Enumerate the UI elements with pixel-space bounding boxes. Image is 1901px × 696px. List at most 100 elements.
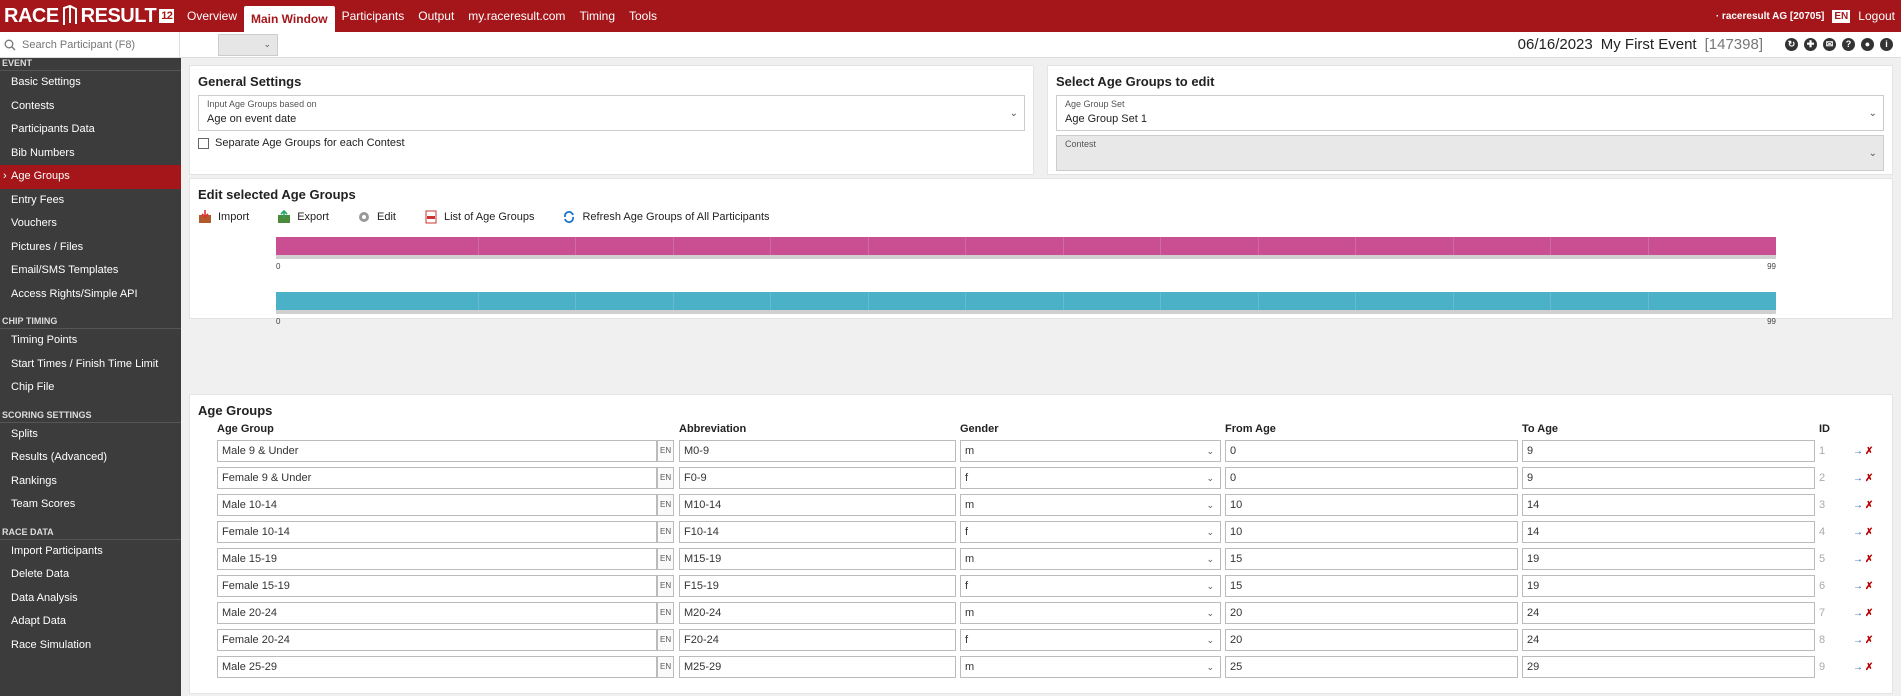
age-group-set-select[interactable]: Age Group Set Age Group Set 1 ⌄	[1056, 95, 1884, 131]
abbreviation-input[interactable]: F10-14	[679, 521, 956, 543]
to-age-input[interactable]: 14	[1522, 494, 1815, 516]
to-age-input[interactable]: 14	[1522, 521, 1815, 543]
sidebar-item-contests[interactable]: Contests	[0, 95, 181, 119]
language-switch[interactable]: EN	[1832, 9, 1851, 23]
sidebar-item-data-analysis[interactable]: Data Analysis	[0, 587, 181, 611]
abbreviation-input[interactable]: M10-14	[679, 494, 956, 516]
gender-select[interactable]: f ⌄	[960, 629, 1221, 651]
male-age-range-bar[interactable]	[276, 237, 1776, 259]
nav-output[interactable]: Output	[411, 0, 461, 32]
to-age-input[interactable]: 19	[1522, 548, 1815, 570]
to-age-input[interactable]: 9	[1522, 467, 1815, 489]
sidebar-item-entry-fees[interactable]: Entry Fees	[0, 189, 181, 213]
to-age-input[interactable]: 19	[1522, 575, 1815, 597]
abbreviation-input[interactable]: M20-24	[679, 602, 956, 624]
age-group-name-input[interactable]: Male 20-24	[217, 602, 657, 624]
abbreviation-input[interactable]: M0-9	[679, 440, 956, 462]
gender-select[interactable]: m ⌄	[960, 440, 1221, 462]
duplicate-row-icon[interactable]: →	[1853, 473, 1863, 484]
from-age-input[interactable]: 25	[1225, 656, 1518, 678]
delete-row-icon[interactable]: ✗	[1865, 527, 1873, 538]
age-group-name-input[interactable]: Female 10-14	[217, 521, 657, 543]
gender-select[interactable]: f ⌄	[960, 575, 1221, 597]
language-tag[interactable]: EN	[657, 548, 675, 570]
delete-row-icon[interactable]: ✗	[1865, 554, 1873, 565]
gender-select[interactable]: m ⌄	[960, 656, 1221, 678]
logout-link[interactable]: Logout	[1858, 9, 1895, 23]
delete-row-icon[interactable]: ✗	[1865, 635, 1873, 646]
duplicate-row-icon[interactable]: →	[1853, 635, 1863, 646]
input-age-groups-select[interactable]: Input Age Groups based on Age on event d…	[198, 95, 1025, 131]
language-tag[interactable]: EN	[657, 440, 675, 462]
delete-row-icon[interactable]: ✗	[1865, 662, 1873, 673]
abbreviation-input[interactable]: F20-24	[679, 629, 956, 651]
to-age-input[interactable]: 9	[1522, 440, 1815, 462]
gender-select[interactable]: m ⌄	[960, 494, 1221, 516]
from-age-input[interactable]: 20	[1225, 629, 1518, 651]
help-icon[interactable]: ?	[1842, 38, 1855, 51]
age-group-name-input[interactable]: Female 15-19	[217, 575, 657, 597]
sidebar-item-import-participants[interactable]: Import Participants	[0, 540, 181, 564]
nav-timing[interactable]: Timing	[572, 0, 622, 32]
gender-select[interactable]: f ⌄	[960, 467, 1221, 489]
sidebar-item-vouchers[interactable]: Vouchers	[0, 212, 181, 236]
age-group-name-input[interactable]: Female 20-24	[217, 629, 657, 651]
nav-tools[interactable]: Tools	[622, 0, 664, 32]
duplicate-row-icon[interactable]: →	[1853, 554, 1863, 565]
list-age-groups-button[interactable]: List of Age Groups	[424, 210, 534, 224]
language-tag[interactable]: EN	[657, 575, 675, 597]
separate-age-groups-checkbox[interactable]	[198, 137, 209, 149]
nav-participants[interactable]: Participants	[335, 0, 412, 32]
nav-main-window[interactable]: Main Window	[244, 6, 335, 32]
duplicate-row-icon[interactable]: →	[1853, 527, 1863, 538]
to-age-input[interactable]: 24	[1522, 602, 1815, 624]
sidebar-item-email-sms-templates[interactable]: Email/SMS Templates	[0, 259, 181, 283]
export-button[interactable]: Export	[277, 210, 329, 224]
gender-select[interactable]: m ⌄	[960, 602, 1221, 624]
chat-icon[interactable]: ✉	[1823, 38, 1836, 51]
from-age-input[interactable]: 15	[1225, 548, 1518, 570]
sidebar-item-delete-data[interactable]: Delete Data	[0, 563, 181, 587]
duplicate-row-icon[interactable]: →	[1853, 581, 1863, 592]
language-tag[interactable]: EN	[657, 629, 675, 651]
language-tag[interactable]: EN	[657, 521, 675, 543]
nav-overview[interactable]: Overview	[180, 0, 244, 32]
duplicate-row-icon[interactable]: →	[1853, 662, 1863, 673]
support-icon[interactable]: ✚	[1804, 38, 1817, 51]
sidebar-item-results-advanced[interactable]: Results (Advanced)	[0, 446, 181, 470]
from-age-input[interactable]: 0	[1225, 467, 1518, 489]
sidebar-item-adapt-data[interactable]: Adapt Data	[0, 610, 181, 634]
to-age-input[interactable]: 29	[1522, 656, 1815, 678]
edit-button[interactable]: Edit	[357, 210, 396, 224]
tip-icon[interactable]: ●	[1861, 38, 1874, 51]
delete-row-icon[interactable]: ✗	[1865, 446, 1873, 457]
abbreviation-input[interactable]: F15-19	[679, 575, 956, 597]
age-group-name-input[interactable]: Male 9 & Under	[217, 440, 657, 462]
search-input[interactable]	[22, 38, 172, 51]
abbreviation-input[interactable]: M15-19	[679, 548, 956, 570]
delete-row-icon[interactable]: ✗	[1865, 608, 1873, 619]
refresh-age-groups-button[interactable]: Refresh Age Groups of All Participants	[562, 210, 770, 224]
import-button[interactable]: Import	[198, 210, 249, 224]
sidebar-item-basic-settings[interactable]: Basic Settings	[0, 71, 181, 95]
sidebar-item-access-rights[interactable]: Access Rights/Simple API	[0, 283, 181, 307]
age-group-name-input[interactable]: Male 10-14	[217, 494, 657, 516]
language-tag[interactable]: EN	[657, 467, 675, 489]
nav-myraceresult[interactable]: my.raceresult.com	[461, 0, 572, 32]
sidebar-item-pictures-files[interactable]: Pictures / Files	[0, 236, 181, 260]
sidebar-item-chip-file[interactable]: Chip File	[0, 376, 181, 400]
separate-age-groups-row[interactable]: Separate Age Groups for each Contest	[198, 137, 1025, 149]
from-age-input[interactable]: 10	[1225, 521, 1518, 543]
from-age-input[interactable]: 0	[1225, 440, 1518, 462]
age-group-name-input[interactable]: Male 25-29	[217, 656, 657, 678]
language-tag[interactable]: EN	[657, 494, 675, 516]
sidebar-item-bib-numbers[interactable]: Bib Numbers	[0, 142, 181, 166]
language-tag[interactable]: EN	[657, 602, 675, 624]
contest-filter-select[interactable]: ⌄	[218, 33, 278, 56]
from-age-input[interactable]: 20	[1225, 602, 1518, 624]
from-age-input[interactable]: 15	[1225, 575, 1518, 597]
from-age-input[interactable]: 10	[1225, 494, 1518, 516]
sidebar-item-rankings[interactable]: Rankings	[0, 470, 181, 494]
sidebar-item-age-groups[interactable]: Age Groups	[0, 165, 181, 189]
history-icon[interactable]: ↻	[1785, 38, 1798, 51]
